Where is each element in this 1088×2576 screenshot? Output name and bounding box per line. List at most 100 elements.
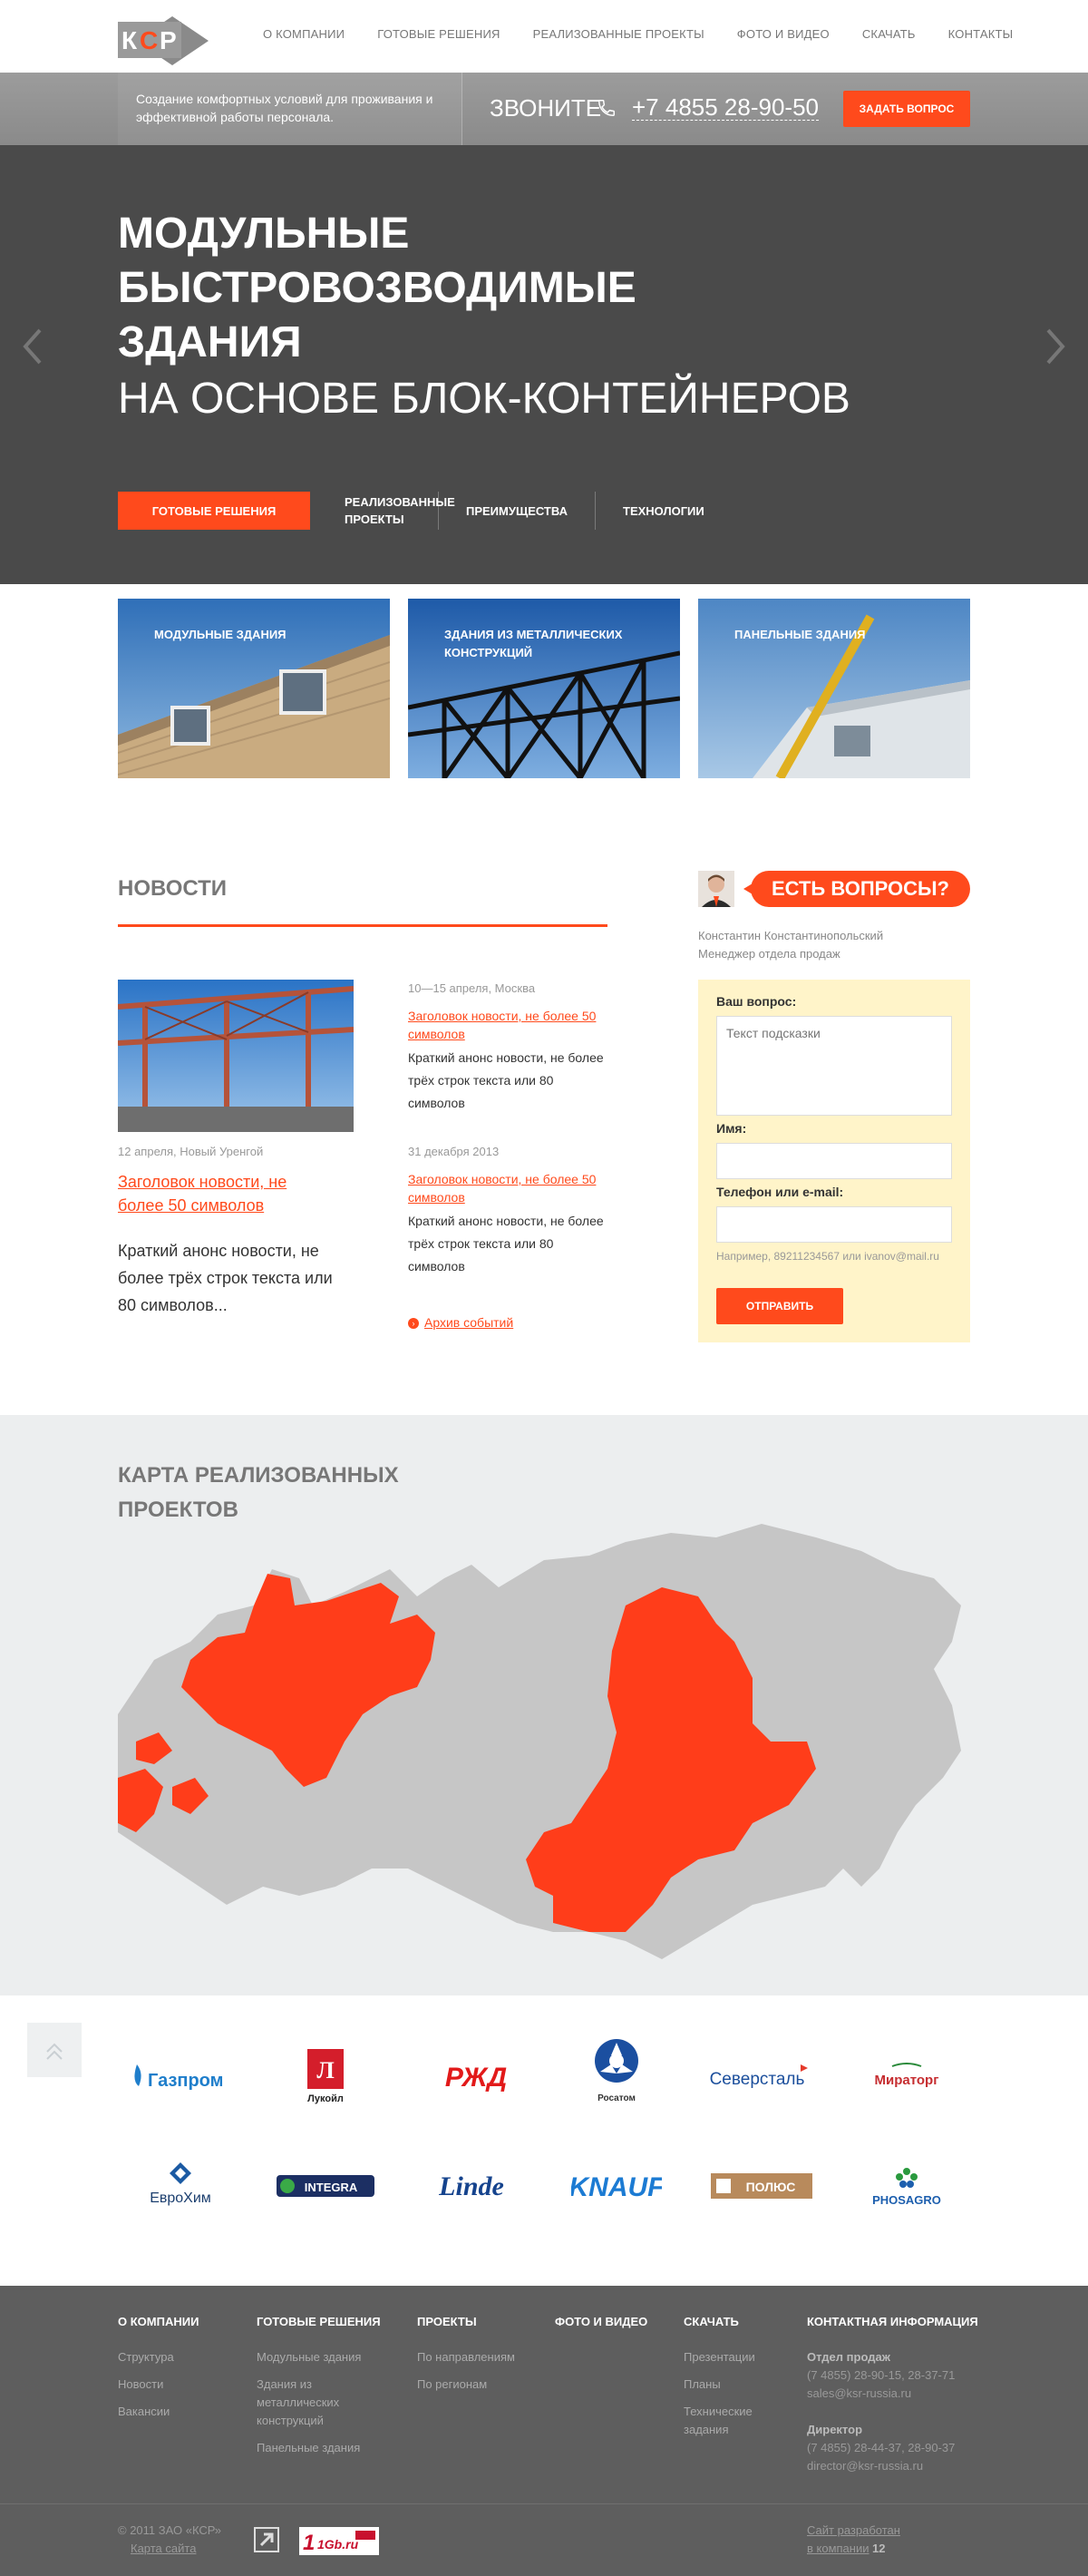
footer-link[interactable]: Презентации [684, 2348, 783, 2366]
footer-link[interactable]: Технические задания [684, 2403, 765, 2439]
lukoil-logo: Л Лукойл [307, 2049, 344, 2104]
news-main-headline[interactable]: Заголовок новости, не более 50 символов [118, 1170, 335, 1217]
client-logo-miratorg[interactable]: Мираторг [839, 2041, 975, 2113]
hero-tab-advantages[interactable]: Преимущества [439, 492, 596, 530]
svg-text:INTEGRA: INTEGRA [305, 2181, 358, 2194]
logo[interactable]: К С Р [118, 16, 218, 71]
gazprom-logo: Газпром [134, 2064, 223, 2091]
question-label: Ваш вопрос: [716, 994, 797, 1009]
tile-modular-buildings[interactable]: Модульные здания [118, 599, 390, 778]
footer-divider [0, 2503, 1088, 2504]
news-item-meta: 10—15 апреля, Москва [408, 981, 536, 995]
counter-badge[interactable]: 1 1Gb.ru [299, 2527, 379, 2555]
phone-number[interactable]: +7 4855 28-90-50 [632, 94, 820, 121]
nav-item-contacts[interactable]: Контакты [948, 27, 1014, 41]
steel-frame-image [118, 980, 354, 1132]
client-logo-knauf[interactable]: KNAUF [549, 2150, 685, 2222]
scroll-to-top-button[interactable] [27, 2023, 82, 2077]
news-item-text: Краткий анонс новости, не более трёх стр… [408, 1050, 604, 1110]
director-email[interactable]: director@ksr-russia.ru [807, 2457, 988, 2475]
hero-tab-solutions[interactable]: Готовые решения [118, 492, 310, 530]
footer-link[interactable]: По направлениям [417, 2348, 544, 2366]
client-logo-severstal[interactable]: Северсталь [689, 2041, 825, 2113]
avatar [698, 871, 734, 907]
news-image[interactable] [118, 980, 354, 1132]
footer-link[interactable]: Модульные здания [257, 2348, 365, 2366]
client-logo-rosatom[interactable]: Росатом [549, 2035, 685, 2108]
footer-col-download: Скачать Презентации Планы Технические за… [684, 2315, 783, 2448]
hero-tab-technologies[interactable]: Технологии [596, 492, 732, 530]
name-input[interactable] [716, 1143, 952, 1179]
eurochem-logo: ЕвроХим [150, 2162, 211, 2206]
client-logo-phosagro[interactable]: PHOSAGRO [839, 2150, 975, 2222]
sales-email[interactable]: sales@ksr-russia.ru [807, 2385, 988, 2403]
sitemap-link[interactable]: Карта сайта [118, 2540, 221, 2558]
client-logo-rzd[interactable]: РЖД [408, 2041, 544, 2113]
client-logo-eurochem[interactable]: ЕвроХим [112, 2150, 248, 2222]
client-logo-gazprom[interactable]: Газпром [112, 2041, 248, 2113]
news-item-headline[interactable]: Заголовок новости, не более 50 символов [408, 1007, 617, 1043]
ask-question-button[interactable]: Задать вопрос [843, 91, 970, 127]
slider-prev-arrow-icon[interactable] [20, 327, 47, 366]
svg-text:Л: Л [316, 2057, 334, 2083]
footer-link[interactable]: Структура [118, 2348, 245, 2366]
name-label: Имя: [716, 1121, 747, 1136]
svg-text:PHOSAGRO: PHOSAGRO [872, 2193, 941, 2207]
svg-text:Северсталь: Северсталь [710, 2070, 805, 2089]
russia-map [118, 1524, 961, 1959]
contact-input[interactable] [716, 1206, 952, 1243]
tile-metal-buildings[interactable]: Здания из металлических конструкций [408, 599, 680, 778]
client-logo-lukoil[interactable]: Л Лукойл [257, 2041, 393, 2113]
slider-next-arrow-icon[interactable] [1041, 327, 1068, 366]
knauf-logo: KNAUF [571, 2172, 662, 2202]
svg-text:Мираторг: Мираторг [875, 2073, 939, 2088]
footer-link[interactable]: Панельные здания [257, 2439, 365, 2457]
question-textarea[interactable] [716, 1016, 952, 1116]
footer-col-title: Скачать [684, 2315, 739, 2328]
nav-item-solutions[interactable]: Готовые решения [377, 27, 500, 41]
footer-col-title[interactable]: Фото и видео [555, 2315, 664, 2328]
footer-link[interactable]: Вакансии [118, 2403, 245, 2421]
severstal-logo: Северсталь [710, 2064, 808, 2089]
nav-item-projects[interactable]: Реализованные проекты [533, 27, 704, 41]
footer-link[interactable]: Планы [684, 2376, 783, 2394]
client-logo-polyus[interactable]: ПОЛЮС [694, 2150, 830, 2222]
archive-link[interactable]: › Архив событий [408, 1315, 513, 1330]
svg-text:Газпром: Газпром [148, 2071, 223, 2091]
footer-link[interactable]: Новости [118, 2376, 245, 2394]
hero-tab-projects[interactable]: Реализованные проекты [310, 492, 455, 530]
footer-link[interactable]: По регионам [417, 2376, 544, 2394]
site-header: К С Р О компании Готовые решения Реализо… [0, 0, 1088, 73]
questions-bubble: Есть вопросы? [751, 871, 970, 907]
news-item-headline[interactable]: Заголовок новости, не более 50 символов [408, 1170, 617, 1206]
svg-text:С: С [140, 26, 158, 54]
svg-text:Росатом: Росатом [597, 2093, 636, 2103]
news-main-text: Краткий анонс новости, не более трёх стр… [118, 1242, 333, 1314]
miratorg-logo: Мираторг [875, 2063, 939, 2088]
rosatom-logo: Росатом [595, 2039, 638, 2103]
news-item-text: Краткий анонс новости, не более трёх стр… [408, 1214, 604, 1273]
nav-item-company[interactable]: О компании [263, 27, 345, 41]
slogan-panel: Создание комфортных условий для проживан… [118, 73, 462, 145]
external-link-icon[interactable] [254, 2527, 279, 2552]
svg-text:1: 1 [303, 2531, 315, 2555]
double-chevron-up-icon [46, 2043, 63, 2060]
manager-role: Менеджер отдела продаж [698, 947, 840, 961]
developer-link[interactable]: Сайт разработан в компании [807, 2522, 907, 2558]
client-logo-integra[interactable]: INTEGRA [257, 2150, 393, 2222]
tile-label: Модульные здания [154, 628, 287, 641]
phone-icon [598, 100, 615, 116]
footer-col-title: О компании [118, 2315, 199, 2328]
nav-item-media[interactable]: Фото и видео [737, 27, 830, 41]
map-base-territory [118, 1524, 961, 1959]
submit-button[interactable]: Отправить [716, 1288, 843, 1324]
tile-panel-buildings[interactable]: Панельные здания [698, 599, 970, 778]
phosagro-logo: PHOSAGRO [872, 2168, 941, 2207]
chevron-right-icon: › [408, 1318, 419, 1330]
footer-link[interactable]: Здания из металлических конструкций [257, 2376, 365, 2430]
sales-phone: (7 4855) 28-90-15, 28-37-71 [807, 2368, 956, 2382]
nav-item-download[interactable]: Скачать [862, 27, 916, 41]
svg-text:ПОЛЮС: ПОЛЮС [746, 2180, 796, 2194]
copyright: © 2011 ЗАО «КСР» Карта сайта [118, 2522, 221, 2558]
client-logo-linde[interactable]: Linde [403, 2150, 539, 2222]
